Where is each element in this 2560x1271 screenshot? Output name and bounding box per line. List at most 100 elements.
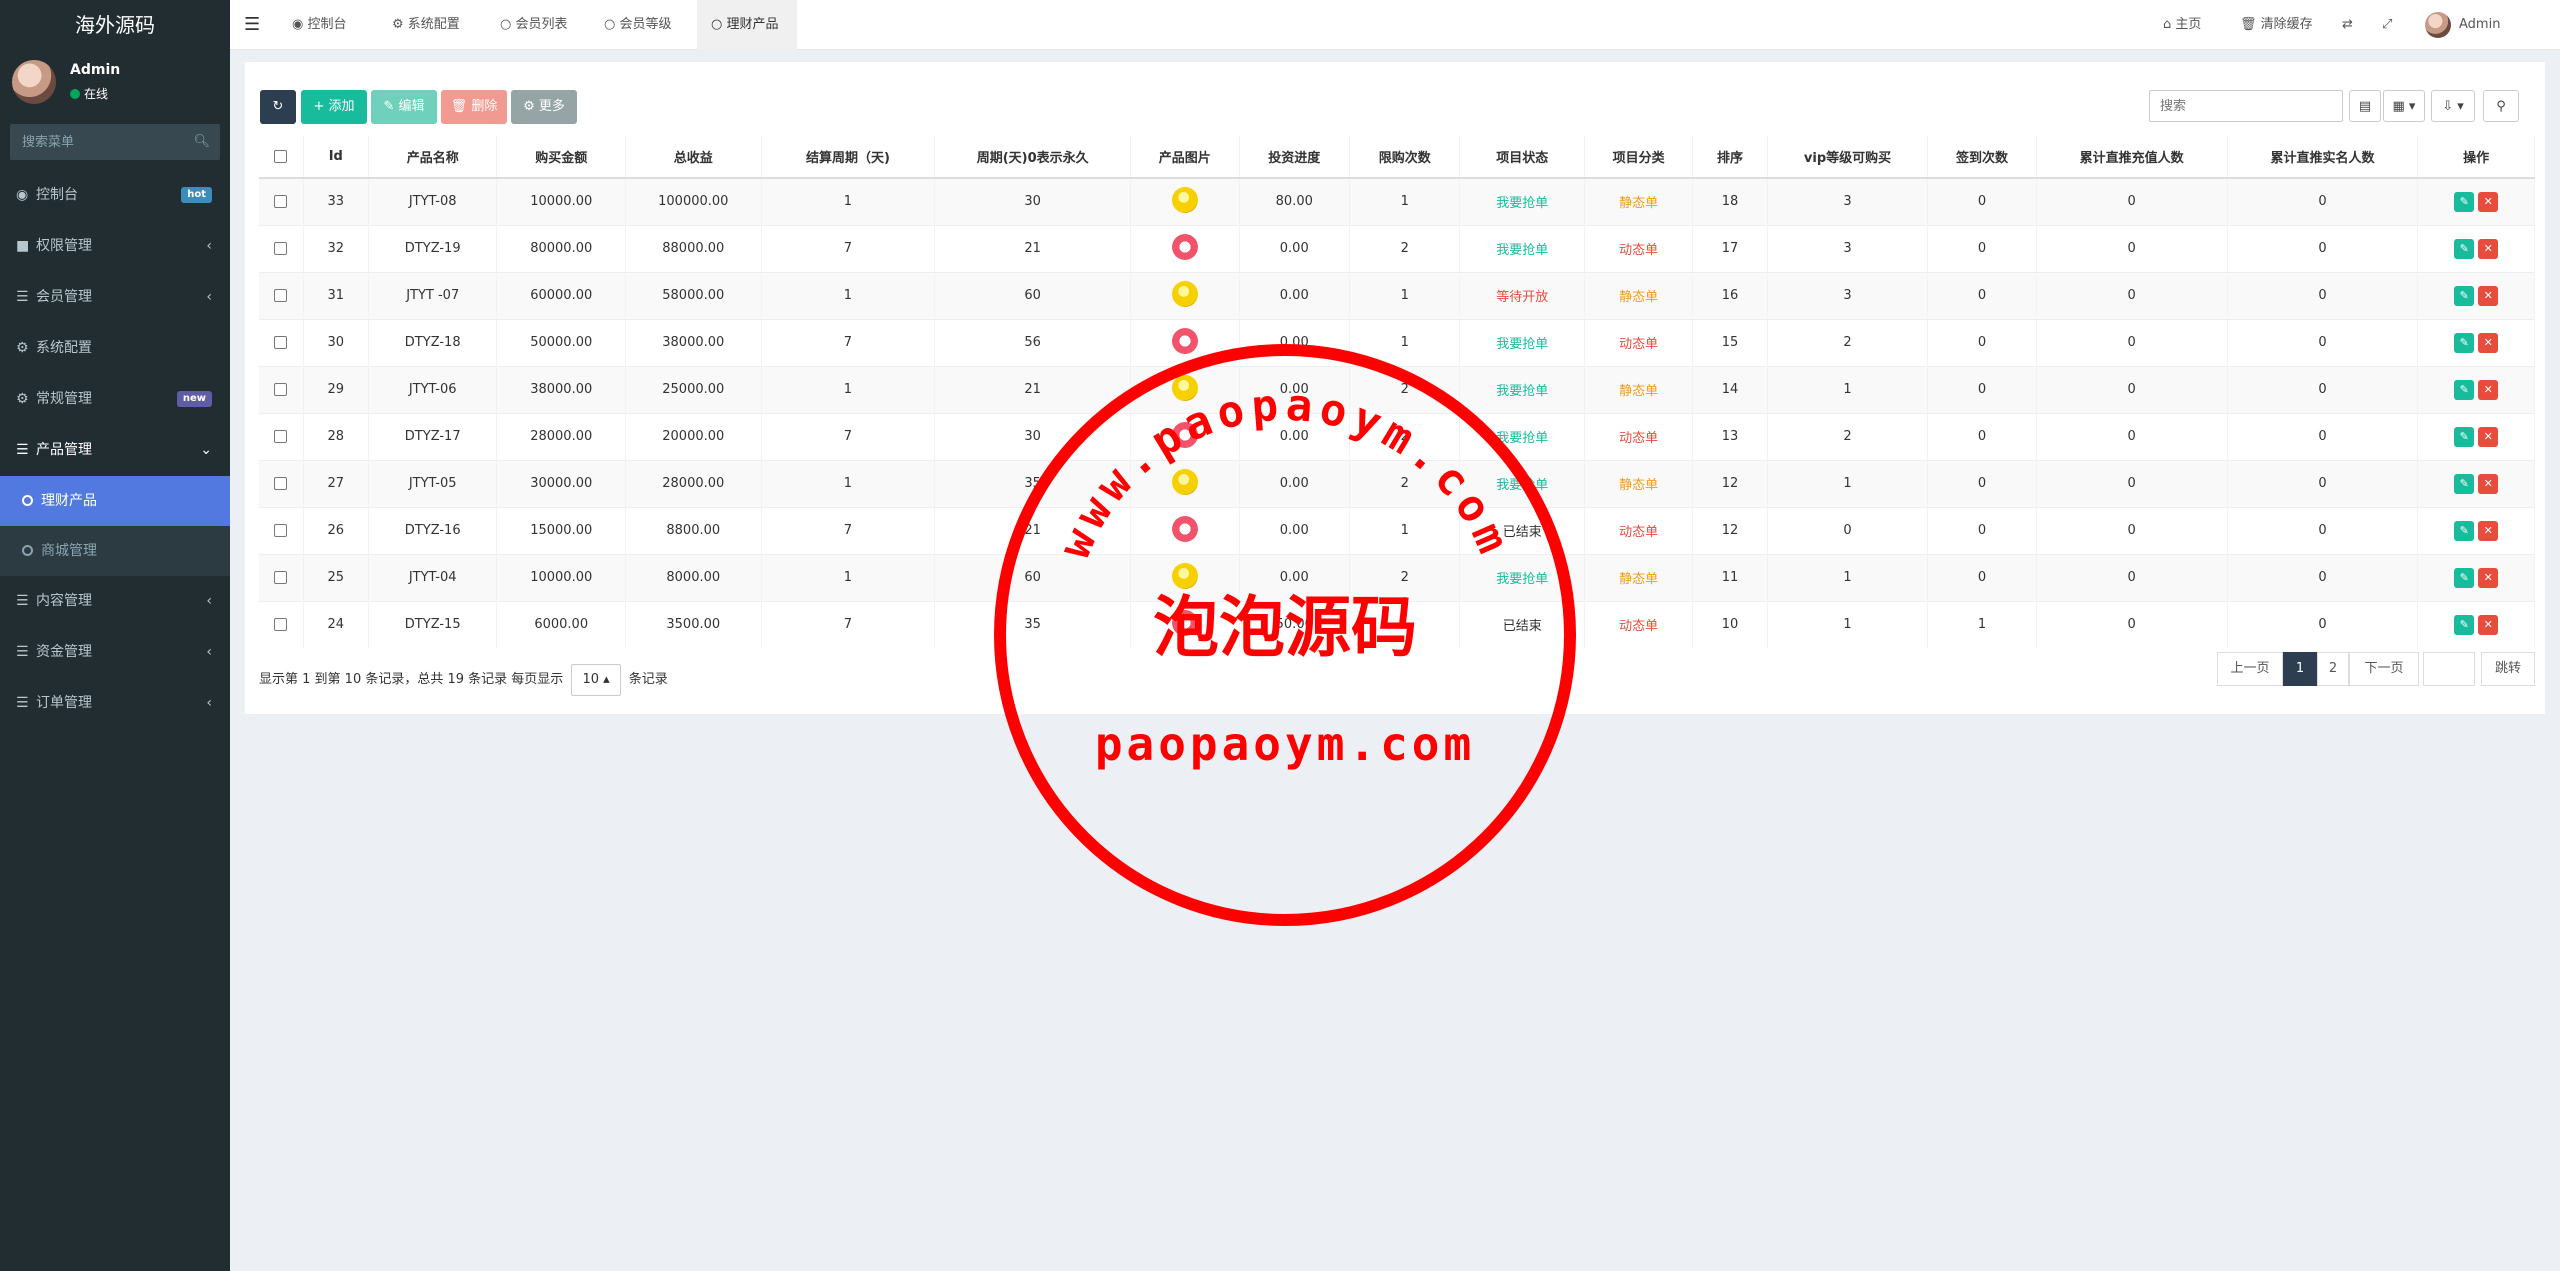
search-icon[interactable]: 🔍︎ [193,134,210,149]
delete-row-button[interactable]: ✕ [2478,191,2499,212]
toggle-view-button[interactable]: ▤ [2349,90,2381,122]
edit-row-button[interactable]: ✎ [2454,379,2475,400]
table-row[interactable]: 24 DTYZ-15 6000.00 3500.00 7 35 50.00 1 已结束 动态单 10… [259,600,2535,648]
row-checkbox[interactable] [274,336,288,349]
delete-row-button[interactable]: ✕ [2478,426,2499,447]
product-image[interactable] [1171,233,1198,260]
tab-dashboard[interactable]: ◉ 控制台 [278,0,378,50]
product-image[interactable] [1171,186,1198,213]
product-image[interactable] [1171,421,1198,448]
page-2-button[interactable]: 2 [2317,652,2349,686]
menu-search-input[interactable] [10,124,220,160]
sidebar-item-mall[interactable]: 商城管理 [0,526,230,576]
edit-row-button[interactable]: ✎ [2454,614,2475,635]
row-checkbox[interactable] [274,477,288,490]
tab-levels[interactable]: ○ 会员等级 [590,0,697,50]
product-image[interactable] [1171,374,1198,401]
delete-row-button[interactable]: ✕ [2478,567,2499,588]
column-header[interactable]: 排序 [1692,136,1768,179]
sidebar-item-dashboard[interactable]: ◉ 控制台 hot [0,170,230,221]
prev-page-button[interactable]: 上一页 [2217,652,2283,686]
sidebar-item-members[interactable]: ☰ 会员管理 ‹ [0,272,230,323]
home-link[interactable]: ⌂ 主页 [2163,0,2201,50]
columns-button[interactable]: ▦ ▾ [2383,90,2425,122]
delete-row-button[interactable]: ✕ [2478,379,2499,400]
jump-button[interactable]: 跳转 [2481,652,2535,686]
product-image[interactable] [1171,280,1198,307]
column-header[interactable]: 限购次数 [1349,136,1461,179]
column-header[interactable]: 产品图片 [1130,136,1240,179]
product-image[interactable] [1171,515,1198,542]
column-header[interactable]: 投资进度 [1239,136,1350,179]
tab-members[interactable]: ○ 会员列表 [486,0,590,50]
admin-menu[interactable]: Admin [2425,0,2500,50]
sidebar-toggle-icon[interactable]: ☰ [244,0,260,50]
table-row[interactable]: 28 DTYZ-17 28000.00 20000.00 7 30 0.00 2 我要抢单 动态单… [259,412,2535,460]
column-header[interactable]: 签到次数 [1927,136,2037,179]
column-header[interactable]: 周期(天)0表示永久 [934,136,1132,179]
column-header[interactable]: 项目状态 [1459,136,1585,179]
delete-row-button[interactable]: ✕ [2478,238,2499,259]
edit-row-button[interactable]: ✎ [2454,567,2475,588]
column-header[interactable]: 累计直推实名人数 [2227,136,2419,179]
row-checkbox[interactable] [274,289,288,302]
table-row[interactable]: 30 DTYZ-18 50000.00 38000.00 7 56 0.00 1 我要抢单 动态单… [259,318,2535,366]
jump-page-input[interactable] [2423,652,2475,686]
column-header[interactable]: 项目分类 [1584,136,1694,179]
delete-row-button[interactable]: ✕ [2478,285,2499,306]
tab-config[interactable]: ⚙ 系统配置 [378,0,486,50]
sidebar-item-general[interactable]: ⚙ 常规管理 new [0,374,230,425]
export-button[interactable]: ⇩ ▾ [2431,90,2475,122]
search-button[interactable]: ⚲ [2483,90,2519,122]
delete-row-button[interactable]: ✕ [2478,332,2499,353]
table-row[interactable]: 31 JTYT -07 60000.00 58000.00 1 60 0.00 1 等待开放 静态… [259,271,2535,319]
table-row[interactable]: 27 JTYT-05 30000.00 28000.00 1 35 0.00 2 我要抢单 静态单… [259,459,2535,507]
row-checkbox[interactable] [274,524,288,537]
next-page-button[interactable]: 下一页 [2349,652,2419,686]
column-header[interactable]: 结算周期（天) [761,136,936,179]
edit-row-button[interactable]: ✎ [2454,520,2475,541]
row-checkbox[interactable] [274,242,288,255]
column-header[interactable]: 产品名称 [368,136,498,179]
sidebar-item-content[interactable]: ☰ 内容管理 ‹ [0,576,230,627]
fullscreen-icon[interactable]: ⤢ [2382,0,2392,50]
product-image[interactable] [1171,562,1198,589]
table-search-input[interactable] [2149,90,2343,122]
table-row[interactable]: 25 JTYT-04 10000.00 8000.00 1 60 0.00 2 我要抢单 静态单 1… [259,553,2535,601]
edit-row-button[interactable]: ✎ [2454,473,2475,494]
column-header[interactable]: 总收益 [625,136,762,179]
row-checkbox[interactable] [274,383,288,396]
refresh-button[interactable]: ↻ [260,90,296,124]
sidebar-item-auth[interactable]: ■ 权限管理 ‹ [0,221,230,272]
edit-row-button[interactable]: ✎ [2454,285,2475,306]
translate-icon[interactable]: ⇄ [2342,0,2353,50]
row-checkbox[interactable] [274,571,288,584]
edit-row-button[interactable]: ✎ [2454,238,2475,259]
delete-row-button[interactable]: ✕ [2478,520,2499,541]
table-row[interactable]: 33 JTYT-08 10000.00 100000.00 1 30 80.00 1 我要抢单静… [259,177,2535,225]
more-button[interactable]: ⚙ 更多 [511,90,577,124]
sidebar-item-finance-products[interactable]: 理财产品 [0,476,230,526]
edit-row-button[interactable]: ✎ [2454,191,2475,212]
tab-products[interactable]: ○ 理财产品 [697,0,797,50]
delete-button[interactable]: 🗑︎ 删除 [441,90,507,124]
table-row[interactable]: 32 DTYZ-19 80000.00 88000.00 7 21 0.00 2 我要抢单 动态单… [259,224,2535,272]
edit-row-button[interactable]: ✎ [2454,426,2475,447]
column-header[interactable]: Id [303,136,369,179]
edit-row-button[interactable]: ✎ [2454,332,2475,353]
row-checkbox[interactable] [274,430,288,443]
column-header[interactable]: 购买金额 [496,136,626,179]
page-1-button[interactable]: 1 [2283,652,2317,686]
column-header[interactable]: vip等级可购买 [1767,136,1929,179]
logo[interactable]: 海外源码 [0,0,230,50]
row-checkbox[interactable] [274,618,288,632]
clear-cache-link[interactable]: 🗑︎ 清除缓存 [2240,0,2313,50]
column-header[interactable]: 累计直推充值人数 [2036,136,2228,179]
delete-row-button[interactable]: ✕ [2478,614,2499,635]
product-image[interactable] [1171,609,1198,636]
add-button[interactable]: + 添加 [301,90,367,124]
sidebar-item-orders[interactable]: ☰ 订单管理 ‹ [0,678,230,729]
delete-row-button[interactable]: ✕ [2478,473,2499,494]
sidebar-item-products[interactable]: ☰ 产品管理 ⌄ [0,425,230,476]
product-image[interactable] [1171,468,1198,495]
